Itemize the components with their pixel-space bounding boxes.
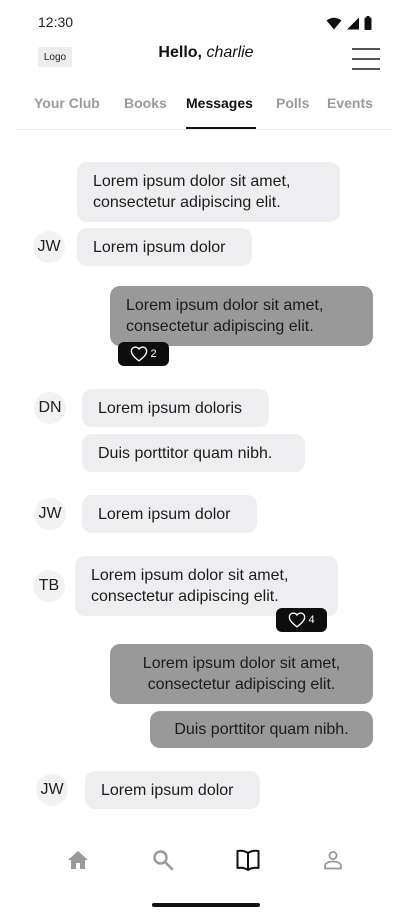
bottom-nav <box>0 840 412 880</box>
reaction-count: 4 <box>308 614 315 626</box>
message-bubble[interactable]: Lorem ipsum dolor sit amet, consectetur … <box>75 556 338 616</box>
message-bubble[interactable]: Lorem ipsum dolor <box>85 771 260 809</box>
greeting: Hello, charlie <box>0 44 412 62</box>
avatar[interactable]: JW <box>36 774 68 806</box>
outgoing-message-bubble[interactable]: Lorem ipsum dolor sit amet, consectetur … <box>110 286 373 346</box>
message-bubble[interactable]: Duis porttitor quam nibh. <box>82 434 305 472</box>
message-text-line: Lorem ipsum dolor sit amet, <box>142 655 341 672</box>
avatar[interactable]: TB <box>33 570 65 602</box>
avatar[interactable]: JW <box>33 231 65 263</box>
message-bubble[interactable]: Lorem ipsum dolor <box>82 495 257 533</box>
message-bubble[interactable]: Lorem ipsum dolor <box>77 228 252 266</box>
user-name: charlie <box>206 44 254 61</box>
nav-profile[interactable] <box>321 848 345 872</box>
reaction-badge[interactable]: 4 <box>276 608 327 632</box>
home-indicator <box>152 903 260 907</box>
message-text-line: Lorem ipsum dolor sit amet, <box>93 173 291 190</box>
message-bubble[interactable]: Lorem ipsum dolor sit amet, consectetur … <box>77 162 340 222</box>
message-text-line: consectetur adipiscing elit. <box>147 676 336 693</box>
status-time: 12:30 <box>38 14 74 30</box>
message-text: Lorem ipsum doloris <box>98 399 243 417</box>
outgoing-message-bubble[interactable]: Duis porttitor quam nibh. <box>150 711 373 748</box>
message-text: Duis porttitor quam nibh. <box>174 721 349 738</box>
avatar[interactable]: DN <box>34 392 66 424</box>
book-icon <box>236 849 260 871</box>
battery-icon <box>364 16 372 30</box>
message-text-line: Lorem ipsum dolor sit amet, <box>126 297 324 314</box>
nav-home[interactable] <box>66 848 90 872</box>
tab-polls[interactable]: Polls <box>276 95 309 111</box>
profile-icon <box>324 851 342 870</box>
home-icon <box>68 851 88 869</box>
active-tab-indicator <box>186 127 256 129</box>
reaction-count: 2 <box>150 348 157 360</box>
message-text: Lorem ipsum dolor <box>98 505 231 523</box>
message-text-line: consectetur adipiscing elit. <box>91 588 279 605</box>
wifi-icon <box>326 17 342 29</box>
signal-icon <box>347 17 359 29</box>
tab-bar: Your Club Books Messages Polls Events <box>17 90 391 130</box>
greeting-prefix: Hello, <box>158 44 202 61</box>
app-header: Logo Hello, charlie <box>0 40 412 74</box>
message-text-line: consectetur adipiscing elit. <box>126 318 314 335</box>
heart-icon <box>131 346 148 362</box>
tab-messages[interactable]: Messages <box>186 95 253 111</box>
message-text: Duis porttitor quam nibh. <box>98 444 273 462</box>
hamburger-menu-icon[interactable] <box>352 46 380 70</box>
outgoing-message-bubble[interactable]: Lorem ipsum dolor sit amet, consectetur … <box>110 644 373 704</box>
tab-events[interactable]: Events <box>327 95 373 111</box>
status-icons <box>326 16 372 30</box>
message-text: Lorem ipsum dolor <box>101 781 234 799</box>
message-text: Lorem ipsum dolor <box>93 238 226 256</box>
message-bubble[interactable]: Lorem ipsum doloris <box>82 389 269 427</box>
message-text-line: consectetur adipiscing elit. <box>93 194 281 211</box>
nav-search[interactable] <box>151 848 175 872</box>
search-icon <box>153 850 174 871</box>
heart-icon <box>289 612 306 628</box>
avatar[interactable]: JW <box>34 498 66 530</box>
message-text-line: Lorem ipsum dolor sit amet, <box>91 567 289 584</box>
tab-your-club[interactable]: Your Club <box>34 95 100 111</box>
reaction-badge[interactable]: 2 <box>118 342 169 366</box>
nav-books[interactable] <box>236 848 260 872</box>
tab-books[interactable]: Books <box>124 95 167 111</box>
